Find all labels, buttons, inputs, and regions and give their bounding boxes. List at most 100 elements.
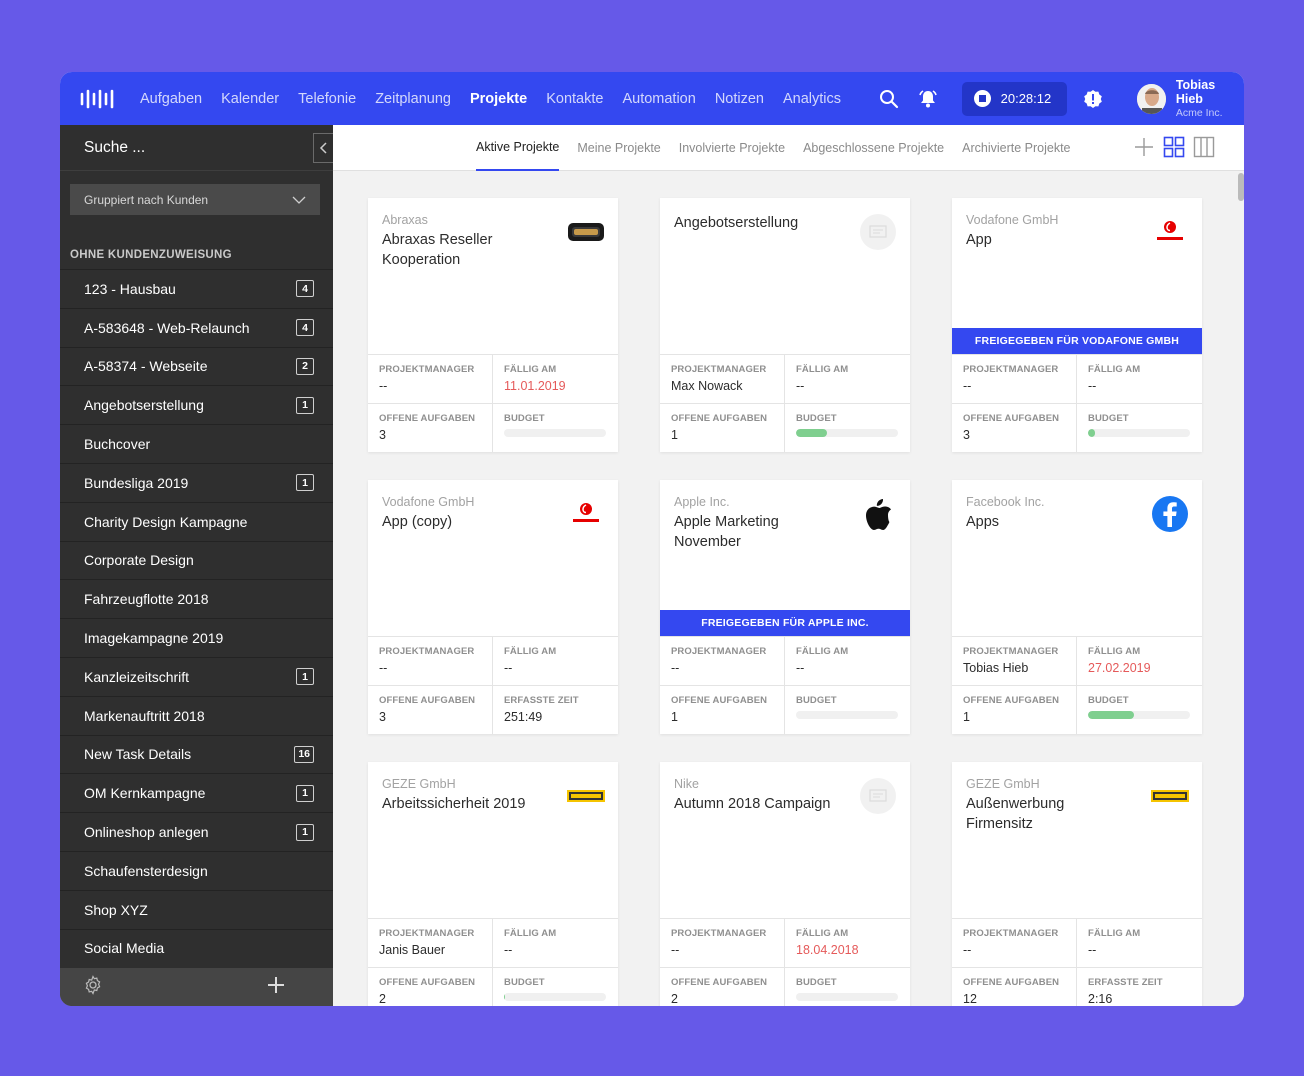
user-org: Acme Inc. [1175, 107, 1223, 119]
column-view-icon[interactable] [1193, 136, 1215, 158]
sidebar-project-item[interactable]: New Task Details 16 [60, 734, 333, 774]
tab-aktive-projekte[interactable]: Aktive Projekte [476, 125, 560, 171]
detail-label: FÄLLIG AM [504, 364, 557, 375]
detail-label: FÄLLIG AM [1088, 928, 1141, 939]
nav-item-zeitplanung[interactable]: Zeitplanung [375, 91, 451, 107]
sidebar-project-item[interactable]: 123 - Hausbau 4 [60, 269, 333, 308]
project-card-details: PROJEKTMANAGER -- FÄLLIG AM -- OFFENE AUFGAB… [660, 636, 910, 734]
nav-item-kalender[interactable]: Kalender [221, 91, 279, 107]
grid-view-icon[interactable] [1163, 136, 1185, 158]
search-icon[interactable] [875, 85, 902, 113]
sidebar-project-item[interactable]: Charity Design Kampagne [60, 501, 333, 541]
sidebar-project-item[interactable]: Angebotserstellung 1 [60, 385, 333, 424]
alert-badge-icon[interactable] [1079, 85, 1106, 113]
tab-involvierte-projekte[interactable]: Involvierte Projekte [679, 125, 785, 171]
tab-meine-projekte[interactable]: Meine Projekte [577, 125, 660, 171]
nav-item-automation[interactable]: Automation [622, 91, 695, 107]
project-card-header: GEZE GmbH Arbeitssicherheit 2019 [368, 762, 618, 918]
detail-label: OFFENE AUFGABEN [379, 977, 476, 988]
sidebar-project-item[interactable]: Buchcover [60, 424, 333, 463]
detail-value: 12 [963, 992, 977, 1006]
project-card[interactable]: GEZE GmbH Arbeitssicherheit 2019 PROJEKTMA… [368, 762, 618, 1006]
nav-item-kontakte[interactable]: Kontakte [546, 91, 603, 107]
notification-bell-icon[interactable] [914, 85, 941, 113]
project-card[interactable]: Apple Inc. Apple Marketing November FREIGE… [660, 480, 910, 734]
detail-cell: OFFENE AUFGABEN 3 [368, 686, 493, 734]
detail-label: FÄLLIG AM [796, 364, 849, 375]
detail-cell: PROJEKTMANAGER -- [660, 637, 785, 686]
nav-item-projekte[interactable]: Projekte [470, 91, 527, 107]
project-card[interactable]: Angebotserstellung PROJEKTMANAGER Max Nowa… [660, 198, 910, 452]
sidebar-project-item[interactable]: Imagekampagne 2019 [60, 618, 333, 657]
detail-label: FÄLLIG AM [1088, 364, 1141, 375]
project-card-header: Vodafone GmbH App FREIGEGEBEN FÜR VODAFONE… [952, 198, 1202, 354]
detail-cell: OFFENE AUFGABEN 3 [368, 404, 493, 452]
detail-value: -- [504, 661, 513, 675]
detail-cell: PROJEKTMANAGER Janis Bauer [368, 919, 493, 968]
detail-label: BUDGET [504, 413, 545, 424]
collapse-sidebar-button[interactable] [313, 133, 333, 163]
scrollbar-thumb[interactable] [1238, 173, 1244, 201]
detail-label: PROJEKTMANAGER [963, 364, 1059, 375]
settings-gear-icon[interactable] [83, 974, 103, 1000]
user-avatar[interactable] [1136, 83, 1166, 114]
detail-label: OFFENE AUFGABEN [963, 695, 1060, 706]
project-card-details: PROJEKTMANAGER -- FÄLLIG AM -- OFFENE AUFGAB… [952, 354, 1202, 452]
nav-item-telefonie[interactable]: Telefonie [298, 91, 356, 107]
budget-progress-fill [1088, 429, 1096, 437]
tab-abgeschlossene-projekte[interactable]: Abgeschlossene Projekte [803, 125, 944, 171]
project-card-header: GEZE GmbH Außenwerbung Firmensitz [952, 762, 1202, 918]
detail-value: 1 [671, 710, 678, 724]
project-card-header: Abraxas Abraxas Reseller Kooperation [368, 198, 618, 354]
project-card[interactable]: Abraxas Abraxas Reseller Kooperation PROJE… [368, 198, 618, 452]
project-name: Arbeitssicherheit 2019 [382, 796, 526, 812]
sidebar-item-label: Kanzleizeitschrift [84, 668, 190, 685]
detail-label: OFFENE AUFGABEN [963, 977, 1060, 988]
project-card[interactable]: Vodafone GmbH App (copy) PROJEKTMANAGER -- F… [368, 480, 618, 734]
sidebar-project-item[interactable]: Markenauftritt 2018 [60, 695, 333, 735]
sidebar-project-item[interactable]: OM Kernkampagne 1 [60, 773, 333, 812]
abraxas-logo-icon [567, 213, 605, 251]
sidebar-project-item[interactable]: Schaufensterdesign [60, 850, 333, 890]
sidebar-project-item[interactable]: A-583648 - Web-Relaunch 4 [60, 307, 333, 347]
sidebar-project-item[interactable]: Corporate Design [60, 540, 333, 580]
detail-label: PROJEKTMANAGER [671, 928, 767, 939]
timer-value: 20:28:12 [1000, 91, 1052, 106]
project-name: Abraxas Reseller Kooperation [382, 232, 493, 268]
app-logo-icon[interactable] [79, 88, 119, 110]
add-project-plus-icon[interactable] [267, 976, 285, 999]
detail-label: BUDGET [1088, 413, 1129, 424]
tab-archivierte-projekte[interactable]: Archivierte Projekte [962, 125, 1070, 171]
sidebar-project-item[interactable]: Onlineshop anlegen 1 [60, 812, 333, 851]
grouping-select[interactable]: Gruppiert nach Kunden [70, 184, 320, 215]
detail-cell: BUDGET [1077, 404, 1202, 452]
sidebar-search[interactable]: Suche ... [60, 125, 333, 171]
detail-value: Max Nowack [671, 379, 743, 393]
project-card[interactable]: GEZE GmbH Außenwerbung Firmensitz PROJEKTM… [952, 762, 1202, 1006]
project-name: Apps [966, 514, 1000, 530]
user-info[interactable]: Tobias Hieb Acme Inc. [1176, 78, 1244, 119]
task-count-badge: 1 [296, 474, 314, 492]
nav-item-notizen[interactable]: Notizen [715, 91, 764, 107]
nav-item-analytics[interactable]: Analytics [783, 91, 841, 107]
nav-item-aufgaben[interactable]: Aufgaben [140, 91, 202, 107]
sidebar-project-item[interactable]: Kanzleizeitschrift 1 [60, 656, 333, 696]
sidebar-project-item[interactable]: A-58374 - Webseite 2 [60, 346, 333, 386]
project-card[interactable]: Nike Autumn 2018 Campaign PROJEKTMANAGER --… [660, 762, 910, 1006]
geze-logo-icon [567, 777, 605, 815]
detail-cell: FÄLLIG AM -- [785, 637, 910, 686]
sidebar-project-item[interactable]: Shop XYZ [60, 889, 333, 929]
detail-value: -- [671, 943, 680, 957]
time-tracker-button[interactable]: 20:28:12 [961, 81, 1068, 116]
add-plus-icon[interactable] [1133, 136, 1155, 158]
sidebar-project-item[interactable]: Fahrzeugflotte 2018 [60, 579, 333, 618]
sidebar-project-item[interactable]: Bundesliga 2019 1 [60, 462, 333, 502]
budget-progress-bar [796, 993, 898, 1001]
project-card[interactable]: Vodafone GmbH App FREIGEGEBEN FÜR VODAFONE… [952, 198, 1202, 452]
budget-progress-bar [504, 429, 606, 437]
detail-label: BUDGET [1088, 695, 1129, 706]
project-card[interactable]: Facebook Inc. Apps PROJEKTMANAGER Tobias Hi… [952, 480, 1202, 734]
detail-cell: BUDGET [785, 968, 910, 1006]
sidebar-project-item[interactable]: Social Media [60, 928, 333, 968]
task-count-badge: 4 [296, 280, 314, 298]
